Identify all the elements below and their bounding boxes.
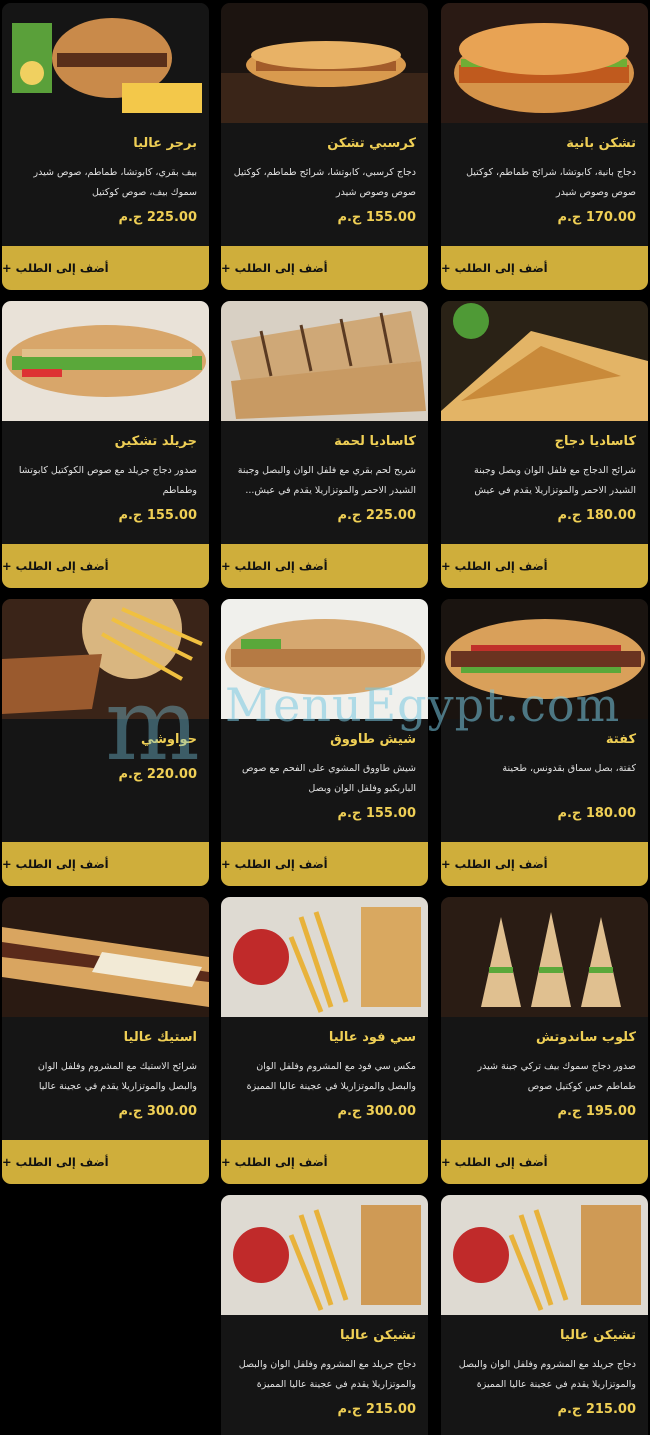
add-to-order-button[interactable]: أضف إلى الطلب + [221, 246, 428, 290]
add-to-order-button[interactable]: أضف إلى الطلب + [221, 1140, 428, 1184]
product-title: كفتة [605, 732, 636, 747]
product-description: بيف بقري، كابوتشا، طماطم، صوص شيدر سموك … [33, 167, 197, 198]
product-card[interactable]: شيش طاووق شيش طاووق المشوي على الفحم مع … [221, 599, 428, 886]
add-to-order-button[interactable]: أضف إلى الطلب + [441, 842, 648, 886]
product-card[interactable]: تشكن بانية دجاج بانية، كابوتشا، شرائح طم… [441, 3, 648, 290]
product-price: 195.00 ج.م [557, 1104, 636, 1119]
product-description: كفتة، بصل سماق بقدونس، طحينة [502, 763, 636, 774]
add-to-order-label: أضف إلى الطلب + [2, 857, 109, 871]
add-to-order-button[interactable]: أضف إلى الطلب + [441, 246, 648, 290]
add-to-order-button[interactable]: أضف إلى الطلب + [441, 1140, 648, 1184]
product-price: 170.00 ج.م [557, 210, 636, 225]
product-price: 300.00 ج.م [337, 1104, 416, 1119]
add-to-order-button[interactable]: أضف إلى الطلب + [221, 842, 428, 886]
product-title: تشيكن عاليا [559, 1328, 636, 1343]
add-to-order-button[interactable]: أضف إلى الطلب + [2, 544, 209, 588]
product-price: 225.00 ج.م [118, 210, 197, 225]
product-title: برجر عاليا [133, 136, 197, 151]
product-price: 300.00 ج.م [118, 1104, 197, 1119]
product-price: 220.00 ج.م [118, 767, 197, 782]
add-to-order-button[interactable]: أضف إلى الطلب + [221, 544, 428, 588]
seafood-platter-image [221, 897, 428, 1017]
add-to-order-label: أضف إلى الطلب + [221, 559, 328, 573]
beef-burger-image [2, 3, 209, 123]
product-card[interactable]: كاساديا لحمة شريح لحم بقري مع فلفل الوان… [221, 301, 428, 588]
product-description: شريح لحم بقري مع فلفل الوان والبصل وجبنة… [237, 465, 416, 496]
product-price: 180.00 ج.م [557, 806, 636, 821]
product-title: كاساديا لحمة [334, 434, 416, 449]
club-sandwich-image [441, 897, 648, 1017]
product-description: دجاج جريلد مع المشروم وفلفل الوان والبصل… [458, 1359, 636, 1390]
product-price: 215.00 ج.م [337, 1402, 416, 1417]
grilled-sub-image [2, 301, 209, 421]
add-to-order-label: أضف إلى الطلب + [441, 857, 548, 871]
product-price: 180.00 ج.م [557, 508, 636, 523]
add-to-order-label: أضف إلى الطلب + [221, 261, 328, 275]
product-description: دجاج جريلد مع المشروم وفلفل الوان والبصل… [238, 1359, 416, 1390]
add-to-order-label: أضف إلى الطلب + [2, 261, 109, 275]
hawawshi-image [2, 599, 209, 719]
product-title: تشكن بانية [566, 136, 636, 151]
product-title: كاساديا دجاج [554, 434, 636, 449]
chicken-platter-image [221, 1195, 428, 1315]
chicken-burger-image [441, 3, 648, 123]
add-to-order-label: أضف إلى الطلب + [441, 559, 548, 573]
product-description: شرائح الدجاج مع فلفل الوان وبصل وجبنة ال… [474, 465, 636, 496]
add-to-order-label: أضف إلى الطلب + [441, 1155, 548, 1169]
product-title: كرسبي تشكن [327, 136, 416, 151]
product-description: صدور دجاج جريلد مع صوص الكوكتيل كابوتشا … [18, 465, 197, 496]
product-price: 225.00 ج.م [337, 508, 416, 523]
add-to-order-label: أضف إلى الطلب + [2, 559, 109, 573]
product-title: سي فود عاليا [328, 1030, 416, 1045]
menu-grid: تشكن بانية دجاج بانية، كابوتشا، شرائح طم… [0, 0, 650, 1435]
product-card[interactable]: سي فود عاليا مكس سي فود مع المشروم وفلفل… [221, 897, 428, 1184]
kofta-image [441, 599, 648, 719]
product-card[interactable]: تشيكن عاليا دجاج جريلد مع المشروم وفلفل … [441, 1195, 648, 1435]
steak-sub-image [2, 897, 209, 1017]
product-title: جريلد تشكين [114, 434, 197, 449]
grilled-flatbread-image [221, 301, 428, 421]
chicken-platter-image [441, 1195, 648, 1315]
add-to-order-button[interactable]: أضف إلى الطلب + [2, 1140, 209, 1184]
product-card[interactable]: كرسبي تشكن دجاج كرسبي، كابوتشا، شرائح طم… [221, 3, 428, 290]
product-card[interactable]: برجر عاليا بيف بقري، كابوتشا، طماطم، صوص… [2, 3, 209, 290]
product-card[interactable]: كاساديا دجاج شرائح الدجاج مع فلفل الوان … [441, 301, 648, 588]
product-card[interactable]: كلوب ساندوتش صدور دجاج سموك بيف تركي جبن… [441, 897, 648, 1184]
crispy-sandwich-image [221, 3, 428, 123]
product-title: حواوشي [141, 732, 197, 747]
add-to-order-label: أضف إلى الطلب + [2, 1155, 109, 1169]
product-title: شيش طاووق [330, 732, 416, 747]
quesadilla-image [441, 301, 648, 421]
add-to-order-label: أضف إلى الطلب + [441, 261, 548, 275]
product-title: استيك عاليا [123, 1030, 197, 1045]
product-description: شيش طاووق المشوي على الفحم مع صوص البارب… [241, 763, 416, 794]
add-to-order-button[interactable]: أضف إلى الطلب + [2, 842, 209, 886]
add-to-order-label: أضف إلى الطلب + [221, 857, 328, 871]
product-title: تشيكن عاليا [339, 1328, 416, 1343]
add-to-order-button[interactable]: أضف إلى الطلب + [2, 246, 209, 290]
product-description: دجاج كرسبي، كابوتشا، شرائح طماطم، كوكتيل… [233, 167, 416, 198]
product-card[interactable]: تشيكن عاليا دجاج جريلد مع المشروم وفلفل … [221, 1195, 428, 1435]
product-price: 155.00 ج.م [118, 508, 197, 523]
add-to-order-button[interactable]: أضف إلى الطلب + [441, 544, 648, 588]
product-description: دجاج بانية، كابوتشا، شرائح طماطم، كوكتيل… [466, 167, 636, 198]
product-card[interactable]: استيك عاليا شرائح الاستيك مع المشروم وفل… [2, 897, 209, 1184]
product-description: مكس سي فود مع المشروم وفلفل الوان والبصل… [246, 1061, 416, 1092]
product-price: 155.00 ج.م [337, 806, 416, 821]
product-card[interactable]: حواوشي 220.00 ج.م أضف إلى الطلب + [2, 599, 209, 886]
product-price: 155.00 ج.م [337, 210, 416, 225]
product-card[interactable]: كفتة كفتة، بصل سماق بقدونس، طحينة 180.00… [441, 599, 648, 886]
product-description: شرائح الاستيك مع المشروم وفلفل الوان وال… [37, 1061, 197, 1092]
product-title: كلوب ساندوتش [535, 1030, 636, 1045]
product-price: 215.00 ج.م [557, 1402, 636, 1417]
product-card[interactable]: جريلد تشكين صدور دجاج جريلد مع صوص الكوك… [2, 301, 209, 588]
product-description: صدور دجاج سموك بيف تركي جبنة شيدر طماطم … [477, 1061, 636, 1092]
shish-tawook-image [221, 599, 428, 719]
add-to-order-label: أضف إلى الطلب + [221, 1155, 328, 1169]
